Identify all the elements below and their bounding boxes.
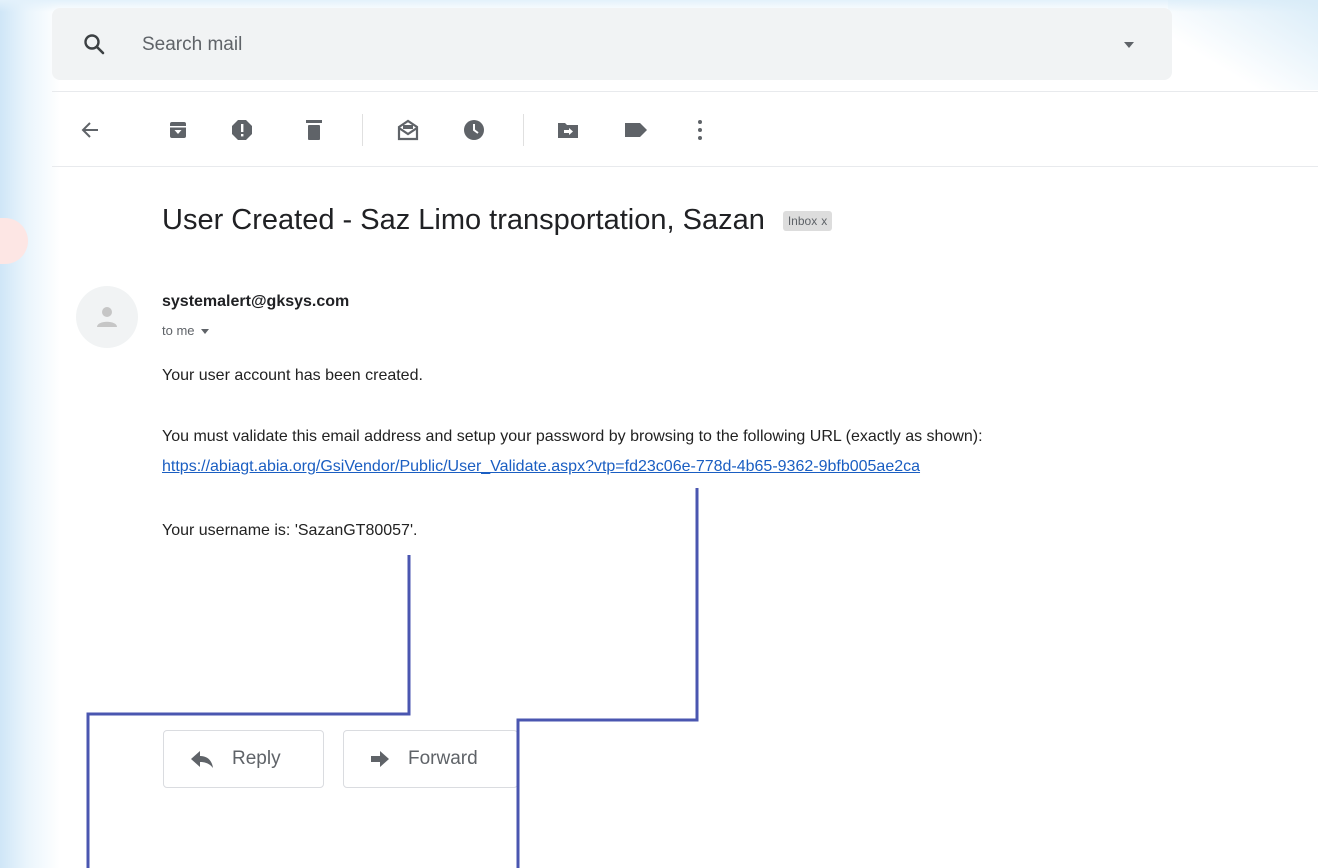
toolbar-separator: [523, 114, 524, 146]
left-edge-tint: [0, 0, 60, 868]
header-divider: [52, 91, 1318, 92]
inbox-label-chip[interactable]: Inbox x: [782, 210, 833, 231]
reply-icon: [190, 750, 214, 768]
recipient-details-toggle[interactable]: to me: [162, 323, 210, 338]
toolbar-separator: [362, 114, 363, 146]
back-arrow-icon[interactable]: [74, 114, 106, 146]
move-to-icon[interactable]: [552, 114, 584, 146]
labels-icon[interactable]: [620, 114, 652, 146]
sender-avatar[interactable]: [76, 286, 138, 348]
email-subject-row: User Created - Saz Limo transportation, …: [162, 204, 833, 237]
recipient-text: to me: [162, 323, 195, 338]
forward-button[interactable]: Forward: [343, 730, 518, 788]
reply-button[interactable]: Reply: [163, 730, 324, 788]
partial-red-marker: [0, 218, 28, 264]
username-annotation-line: [86, 555, 411, 868]
right-edge-tint: [1168, 0, 1318, 90]
person-icon: [97, 307, 117, 327]
delete-icon[interactable]: [298, 114, 330, 146]
report-spam-icon[interactable]: [226, 114, 258, 146]
archive-icon[interactable]: [162, 114, 194, 146]
chevron-down-icon: [200, 328, 209, 334]
validation-link[interactable]: https://abiagt.abia.org/GsiVendor/Public…: [162, 458, 920, 475]
forward-icon: [370, 750, 390, 768]
snooze-icon[interactable]: [458, 114, 490, 146]
remove-label-icon[interactable]: x: [821, 214, 827, 228]
forward-label: Forward: [408, 748, 478, 769]
sender-email[interactable]: systemalert@gksys.com: [162, 293, 349, 311]
reply-label: Reply: [232, 748, 281, 769]
body-line-created: Your user account has been created.: [162, 367, 423, 384]
search-input[interactable]: [140, 30, 1044, 60]
body-line-instructions: You must validate this email address and…: [162, 428, 983, 445]
inbox-label-text: Inbox: [787, 213, 818, 228]
mark-unread-icon[interactable]: [392, 114, 424, 146]
search-bar[interactable]: [52, 8, 1172, 80]
toolbar-divider: [52, 166, 1318, 167]
search-icon[interactable]: [82, 32, 106, 56]
email-subject: User Created - Saz Limo transportation, …: [162, 204, 765, 236]
search-options-dropdown-icon[interactable]: [1122, 38, 1136, 50]
link-annotation-line: [516, 488, 699, 868]
more-vert-icon[interactable]: [684, 114, 716, 146]
body-line-username: Your username is: 'SazanGT80057'.: [162, 522, 418, 539]
validation-link-row: https://abiagt.abia.org/GsiVendor/Public…: [162, 458, 920, 476]
